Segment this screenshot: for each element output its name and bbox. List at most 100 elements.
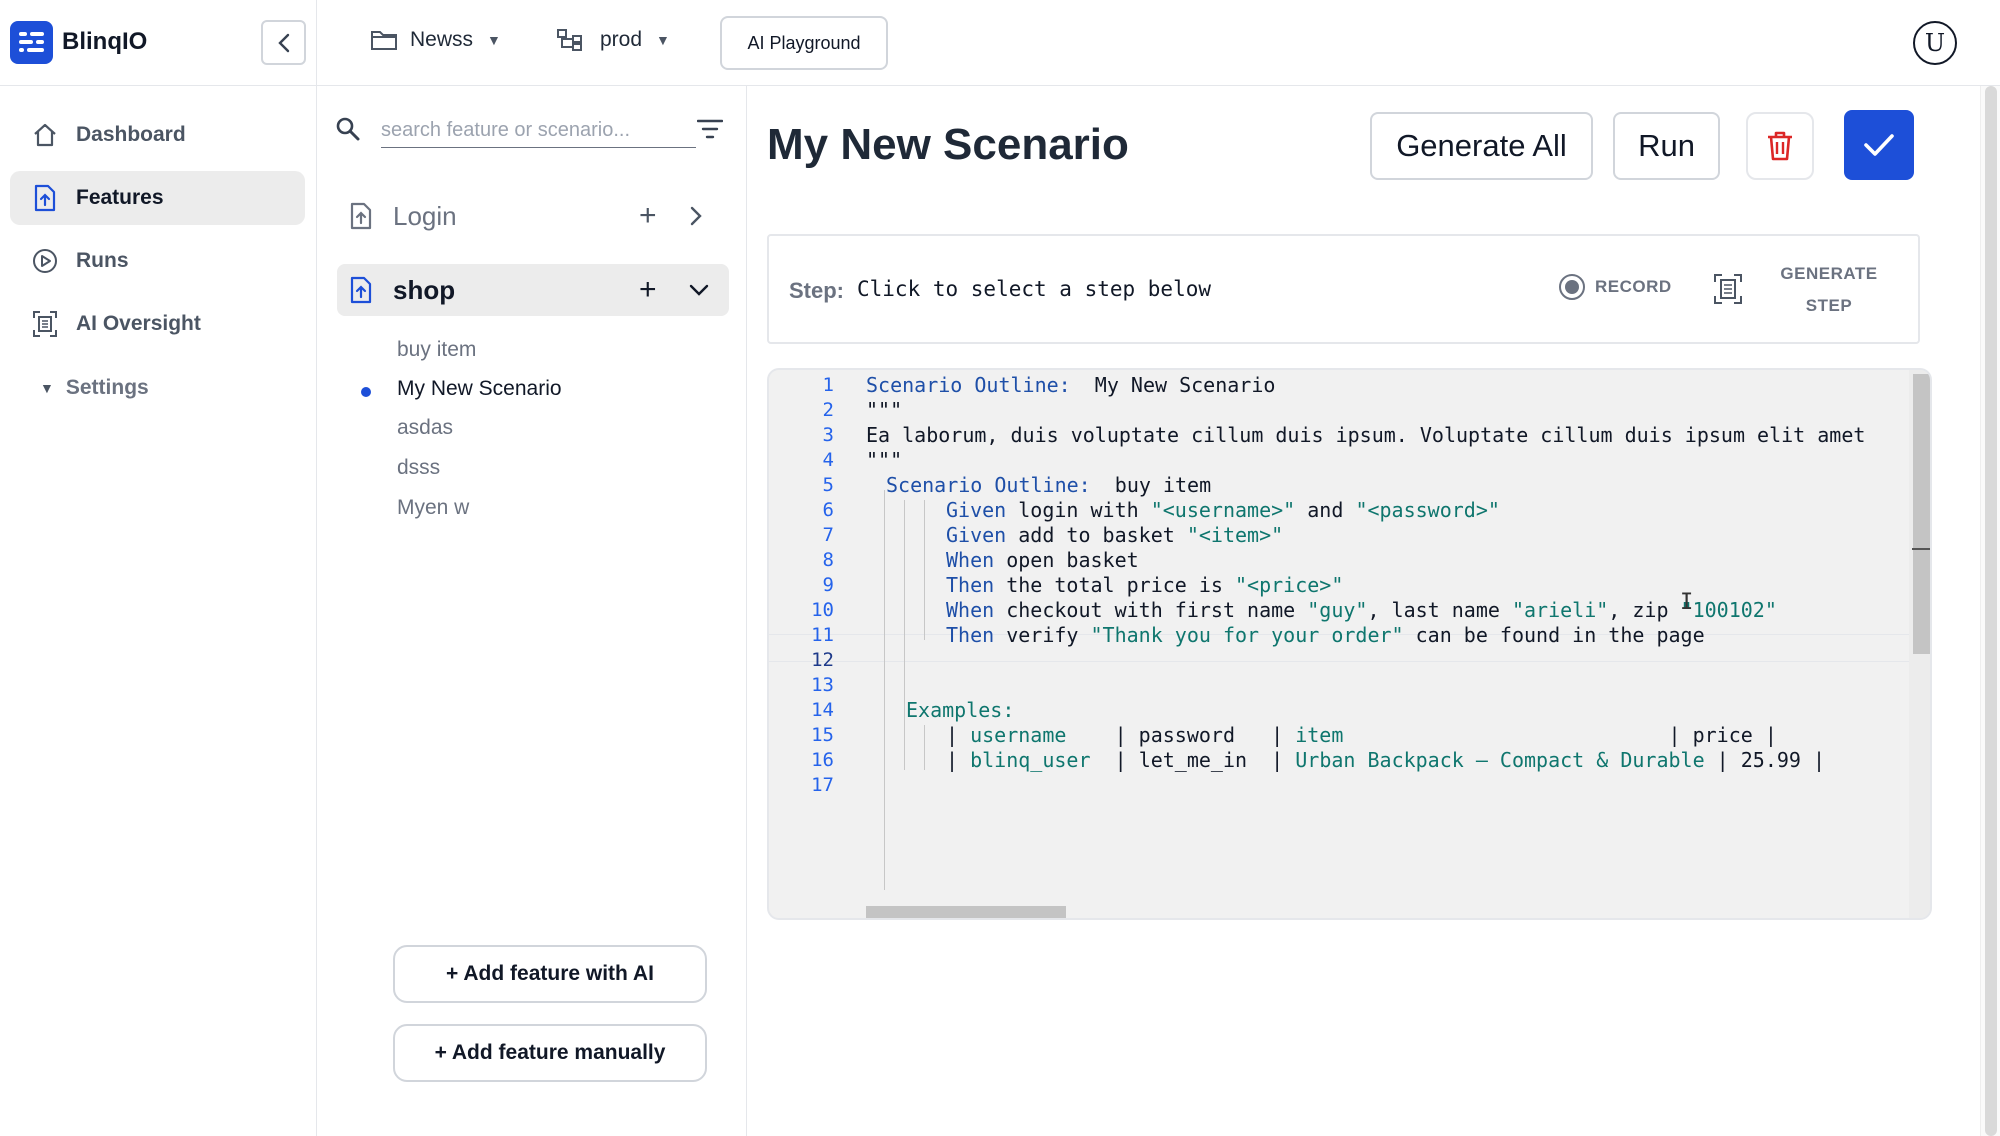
scroll-position-marker bbox=[1912, 548, 1930, 550]
code-keyword: Then bbox=[946, 573, 995, 597]
add-feature-with-ai-button[interactable]: + Add feature with AI bbox=[393, 945, 707, 1003]
line-number: 8 bbox=[822, 549, 834, 571]
caret-down-icon: ▼ bbox=[487, 32, 501, 48]
table-pipe: | bbox=[1704, 748, 1741, 772]
code-string: "<username>" bbox=[1150, 498, 1296, 522]
code-string: "<password>" bbox=[1355, 498, 1500, 522]
scenario-item-my-new-scenario[interactable]: My New Scenario bbox=[397, 377, 562, 401]
table-cell: 25.99 bbox=[1740, 748, 1801, 772]
selected-dot-icon bbox=[361, 387, 371, 397]
scan-icon[interactable] bbox=[1713, 273, 1743, 305]
line-number: 17 bbox=[811, 774, 834, 796]
step-label: Step: bbox=[789, 278, 844, 303]
step-placeholder-text[interactable]: Click to select a step below bbox=[857, 277, 1211, 301]
code-line: | username | password | item | price | bbox=[946, 723, 1777, 747]
code-content[interactable]: Scenario Outline: My New Scenario """ Ea… bbox=[866, 370, 1916, 918]
indent-guide bbox=[924, 500, 925, 640]
table-cell: username bbox=[970, 723, 1067, 747]
feature-search-input[interactable] bbox=[381, 114, 696, 148]
line-number: 3 bbox=[822, 424, 834, 446]
code-text: , last name bbox=[1367, 598, 1512, 622]
nav-label-runs: Runs bbox=[76, 249, 129, 272]
scenario-item-asdas[interactable]: asdas bbox=[397, 416, 453, 440]
filter-icon[interactable] bbox=[697, 118, 723, 140]
nav-item-runs[interactable]: Runs bbox=[10, 234, 305, 288]
code-string: "100102" bbox=[1680, 598, 1777, 622]
scenario-item-buy-item[interactable]: buy item bbox=[397, 338, 476, 362]
line-number: 5 bbox=[822, 474, 834, 496]
table-cell: let_me_in bbox=[1138, 748, 1248, 772]
page-scroll-thumb[interactable] bbox=[1985, 86, 1997, 1136]
code-text: checkout with first name bbox=[994, 598, 1308, 622]
code-keyword: Given bbox=[946, 498, 1007, 522]
code-string: "<price>" bbox=[1235, 573, 1344, 597]
home-icon bbox=[32, 122, 58, 148]
table-pipe: | bbox=[946, 748, 971, 772]
code-keyword: Then bbox=[946, 623, 995, 647]
chevron-right-icon[interactable] bbox=[689, 206, 703, 226]
caret-down-icon: ▼ bbox=[656, 32, 670, 48]
code-keyword: Scenario Outline: bbox=[866, 373, 1071, 397]
line-number: 11 bbox=[811, 624, 834, 646]
text-cursor-icon: I bbox=[1680, 590, 1694, 615]
nav-item-settings[interactable]: ▼ Settings bbox=[40, 376, 149, 400]
record-label: RECORD bbox=[1595, 277, 1672, 296]
add-scenario-plus-icon[interactable]: + bbox=[639, 199, 657, 233]
code-line: Given add to basket "<item>" bbox=[946, 523, 1283, 547]
code-string: "Thank you for your order" bbox=[1090, 623, 1404, 647]
code-line: Examples: bbox=[906, 698, 1014, 722]
chevron-down-icon[interactable] bbox=[689, 283, 709, 297]
record-button[interactable]: RECORD bbox=[1559, 274, 1672, 300]
add-feature-manually-button[interactable]: + Add feature manually bbox=[393, 1024, 707, 1082]
user-avatar[interactable]: U bbox=[1913, 21, 1957, 65]
code-text: can be found in the page bbox=[1403, 623, 1705, 647]
trash-icon bbox=[1768, 131, 1792, 161]
code-string: "<item>" bbox=[1186, 523, 1284, 547]
code-editor[interactable]: 1 2 3 4 5 6 7 8 9 10 11 12 13 14 15 16 1… bbox=[767, 368, 1932, 920]
code-text: open basket bbox=[994, 548, 1139, 572]
topbar-divider bbox=[316, 0, 317, 86]
project-name: Newss bbox=[410, 28, 474, 51]
delete-button[interactable] bbox=[1746, 112, 1814, 180]
nav-item-dashboard[interactable]: Dashboard bbox=[10, 108, 305, 162]
code-line: When open basket bbox=[946, 548, 1139, 572]
scenario-item-dsss[interactable]: dsss bbox=[397, 456, 440, 480]
table-pipe: | bbox=[1343, 723, 1693, 747]
blinqio-logo-icon[interactable] bbox=[10, 21, 53, 64]
code-line: Given login with "<username>" and "<pass… bbox=[946, 498, 1500, 522]
collapse-sidebar-button[interactable] bbox=[261, 20, 306, 65]
feature-file-icon bbox=[350, 276, 372, 304]
code-line: When checkout with first name "guy", las… bbox=[946, 598, 1777, 622]
scenario-title[interactable]: My New Scenario bbox=[767, 120, 1129, 170]
editor-vertical-scroll-thumb[interactable] bbox=[1913, 374, 1930, 654]
code-line: Then verify "Thank you for your order" c… bbox=[946, 623, 1705, 647]
page-scrollbar[interactable] bbox=[1980, 86, 2000, 1136]
generate-step-button[interactable]: GENERATE STEP bbox=[1769, 258, 1889, 322]
line-number: 2 bbox=[822, 399, 834, 421]
line-number-gutter: 1 2 3 4 5 6 7 8 9 10 11 12 13 14 15 16 1… bbox=[769, 370, 864, 918]
generate-all-button[interactable]: Generate All bbox=[1370, 112, 1593, 180]
table-cell: Urban Backpack – Compact & Durable bbox=[1295, 748, 1705, 772]
project-selector[interactable]: Newss ▼ bbox=[370, 28, 501, 52]
code-text: login with bbox=[1006, 498, 1151, 522]
nav-item-features[interactable]: Features bbox=[10, 171, 305, 225]
scan-icon bbox=[32, 311, 58, 337]
add-scenario-plus-icon[interactable]: + bbox=[639, 273, 657, 307]
editor-horizontal-scroll-thumb[interactable] bbox=[866, 906, 1066, 918]
code-keyword: Scenario Outline: bbox=[886, 473, 1091, 497]
table-cell: password bbox=[1138, 723, 1235, 747]
brand-name: BlinqIO bbox=[62, 28, 148, 55]
feature-item-shop[interactable]: shop + bbox=[337, 264, 729, 316]
nav-label-settings: Settings bbox=[65, 376, 149, 399]
feature-item-login[interactable]: Login + bbox=[337, 190, 729, 242]
nav-item-ai-oversight[interactable]: AI Oversight bbox=[10, 297, 305, 351]
top-bar: BlinqIO Newss ▼ prod ▼ AI Playground U bbox=[0, 0, 2000, 86]
line-number: 9 bbox=[822, 574, 834, 596]
nav-label-ai-oversight: AI Oversight bbox=[76, 312, 201, 335]
ai-playground-button[interactable]: AI Playground bbox=[720, 16, 888, 70]
scenario-item-myen-w[interactable]: Myen w bbox=[397, 496, 469, 520]
run-button[interactable]: Run bbox=[1613, 112, 1720, 180]
environment-selector[interactable]: prod ▼ bbox=[556, 28, 670, 52]
scenario-editor-panel: My New Scenario Generate All Run Step: C… bbox=[747, 86, 1980, 1136]
save-confirm-button[interactable] bbox=[1844, 110, 1914, 180]
